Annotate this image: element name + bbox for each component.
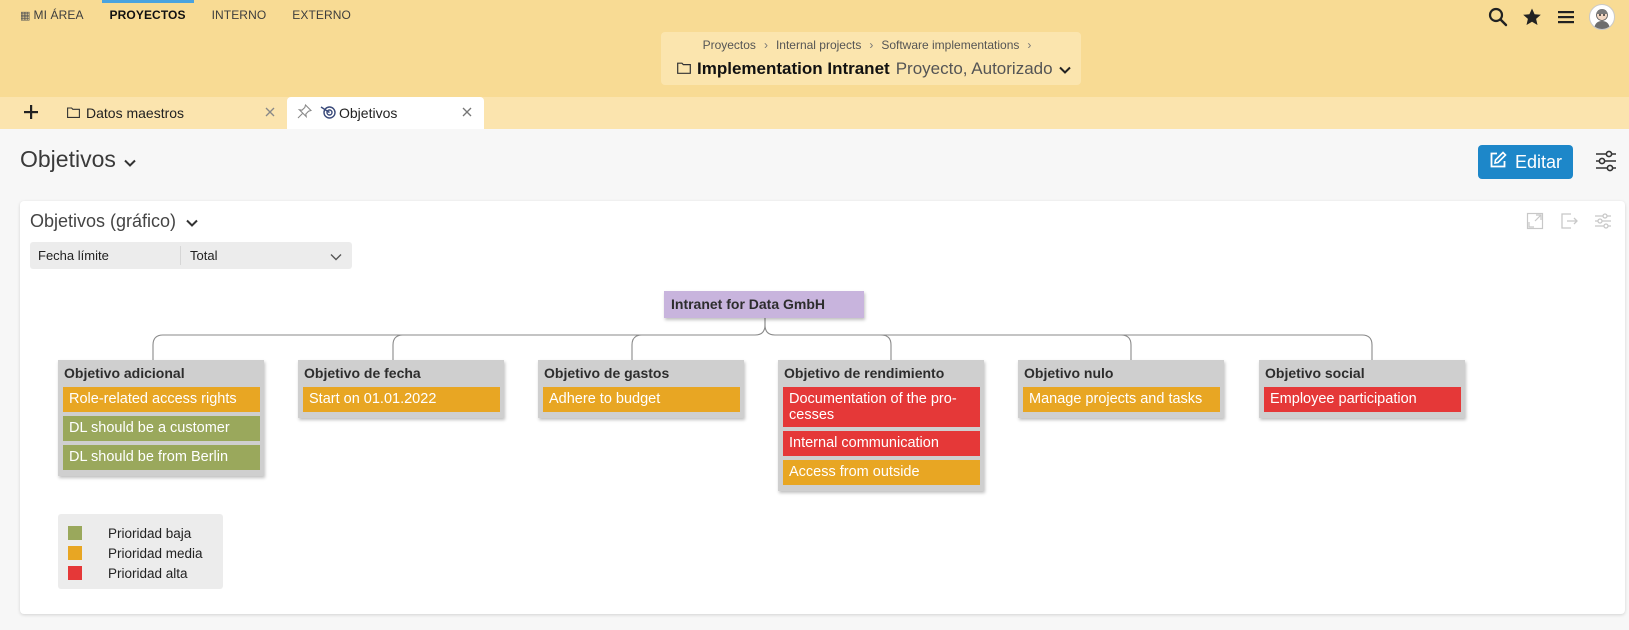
category-title: Objetivo nulo xyxy=(1024,365,1114,381)
objective-item[interactable]: Access from outside xyxy=(783,460,980,485)
legend-item: Prioridad alta xyxy=(68,563,223,583)
objective-item[interactable]: Adhere to budget xyxy=(543,387,740,412)
dashboard-icon: ▦ xyxy=(20,10,31,22)
objective-category: Objetivo nulo Manage projects and tasks xyxy=(1018,360,1224,418)
objective-category: Objetivo de fecha Start on 01.01.2022 xyxy=(298,360,504,418)
top-header: ▦ MI ÁREA PROYECTOS INTERNO EXTERNO Proye… xyxy=(0,0,1629,97)
breadcrumb-separator: › xyxy=(869,38,874,52)
objective-item[interactable]: Role-related access rights xyxy=(63,387,260,412)
project-status: Proyecto, Autorizado xyxy=(895,59,1053,78)
breadcrumb-separator: › xyxy=(1027,38,1032,52)
nav-item-externo[interactable]: EXTERNO xyxy=(292,0,351,30)
sliders-icon[interactable] xyxy=(1593,211,1613,231)
filter-value: Total xyxy=(190,248,218,263)
legend-item: Prioridad baja xyxy=(68,523,223,543)
add-tab-button[interactable] xyxy=(20,101,42,123)
category-title: Objetivo de rendimiento xyxy=(784,365,945,381)
breadcrumb-item[interactable]: Proyectos xyxy=(703,38,756,52)
close-icon[interactable] xyxy=(263,105,277,119)
menu-icon[interactable] xyxy=(1555,6,1577,28)
main-content: Objetivos Editar Objetivos (gráfico) Fec… xyxy=(0,129,1629,630)
project-name: Implementation Intranet xyxy=(697,59,890,78)
nav-item-label: INTERNO xyxy=(211,8,267,22)
objective-category: Objetivo social Employee participation xyxy=(1259,360,1465,418)
nav-item-label: MI ÁREA xyxy=(33,8,84,22)
orgchart-root-node[interactable]: Intranet for Data GmbH xyxy=(664,291,864,318)
priority-legend: Prioridad baja Prioridad media Prioridad… xyxy=(58,514,223,589)
chevron-down-icon xyxy=(1058,59,1071,79)
folder-icon xyxy=(67,105,80,121)
nav-item-label: PROYECTOS xyxy=(109,8,186,22)
breadcrumb: Proyectos › Internal projects › Software imp… xyxy=(661,38,1081,52)
objectives-chart-card: Objetivos (gráfico) Fecha límite Total I… xyxy=(20,201,1625,614)
chevron-down-icon xyxy=(186,211,198,232)
export-icon[interactable] xyxy=(1559,211,1579,231)
target-icon xyxy=(320,105,336,122)
nav-item-mi-area[interactable]: ▦ MI ÁREA xyxy=(20,0,84,30)
tab-datos-maestros[interactable]: Datos maestros xyxy=(57,97,287,129)
close-icon[interactable] xyxy=(460,105,474,119)
header-actions xyxy=(1487,4,1615,30)
tab-objetivos[interactable]: Objetivos xyxy=(287,97,484,129)
objective-category: Objetivo adicional Role-related access r… xyxy=(58,360,264,476)
card-title-label: Objetivos (gráfico) xyxy=(30,211,177,231)
page-title[interactable]: Objetivos xyxy=(20,146,136,173)
card-title[interactable]: Objetivos (gráfico) xyxy=(30,211,198,232)
main-nav: ▦ MI ÁREA PROYECTOS INTERNO EXTERNO xyxy=(20,0,351,30)
objective-item[interactable]: Employee participation xyxy=(1264,387,1461,412)
page-title-label: Objetivos xyxy=(20,146,116,172)
sliders-icon[interactable] xyxy=(1594,149,1618,173)
tab-label: Objetivos xyxy=(339,105,398,121)
user-avatar[interactable] xyxy=(1589,4,1615,30)
star-icon[interactable] xyxy=(1521,6,1543,28)
project-context: Proyectos › Internal projects › Software imp… xyxy=(661,32,1081,85)
legend-label: Prioridad baja xyxy=(108,525,192,541)
objective-item[interactable]: DL should be a customer xyxy=(63,416,260,441)
category-title: Objetivo social xyxy=(1265,365,1365,381)
objective-category: Objetivo de gastos Adhere to budget xyxy=(538,360,744,418)
category-title: Objetivo de fecha xyxy=(304,365,421,381)
category-title: Objetivo de gastos xyxy=(544,365,670,381)
chevron-down-icon xyxy=(330,249,342,264)
expand-icon[interactable] xyxy=(1525,211,1545,231)
category-title: Objetivo adicional xyxy=(64,365,185,381)
legend-label: Prioridad alta xyxy=(108,565,188,581)
legend-item: Prioridad media xyxy=(68,543,223,563)
card-toolbar xyxy=(1525,211,1613,231)
nav-item-interno[interactable]: INTERNO xyxy=(212,0,267,30)
chevron-down-icon xyxy=(124,146,136,173)
objective-category: Objetivo de rendimiento Documentation of… xyxy=(778,360,984,491)
edit-icon xyxy=(1489,150,1507,174)
legend-swatch xyxy=(68,566,82,580)
edit-button[interactable]: Editar xyxy=(1478,145,1573,179)
filter-divider xyxy=(180,246,181,265)
filter-label: Fecha límite xyxy=(38,248,109,263)
objective-item[interactable]: Manage projects and tasks xyxy=(1023,387,1220,412)
pin-icon[interactable] xyxy=(297,103,313,122)
legend-label: Prioridad media xyxy=(108,545,203,561)
tab-label: Datos maestros xyxy=(86,105,185,121)
nav-item-label: EXTERNO xyxy=(292,8,351,22)
breadcrumb-item[interactable]: Software implementations xyxy=(881,38,1019,52)
plus-icon xyxy=(24,105,38,119)
breadcrumb-item[interactable]: Internal projects xyxy=(776,38,861,52)
objective-item[interactable]: Documentation of the pro-cesses xyxy=(783,387,980,427)
deadline-filter[interactable]: Fecha límite Total xyxy=(30,242,352,269)
objective-item[interactable]: Start on 01.01.2022 xyxy=(303,387,500,412)
tab-strip: Datos maestros Objetivos xyxy=(0,97,1629,129)
project-selector[interactable]: Implementation Intranet Proyecto, Autori… xyxy=(677,59,1071,79)
folder-icon xyxy=(677,59,691,79)
objective-item[interactable]: DL should be from Berlin xyxy=(63,445,260,470)
nav-item-proyectos[interactable]: PROYECTOS xyxy=(101,0,194,30)
legend-swatch xyxy=(68,526,82,540)
objective-item[interactable]: Internal communication xyxy=(783,431,980,456)
legend-swatch xyxy=(68,546,82,560)
breadcrumb-separator: › xyxy=(763,38,768,52)
edit-button-label: Editar xyxy=(1514,151,1563,172)
search-icon[interactable] xyxy=(1487,6,1509,28)
